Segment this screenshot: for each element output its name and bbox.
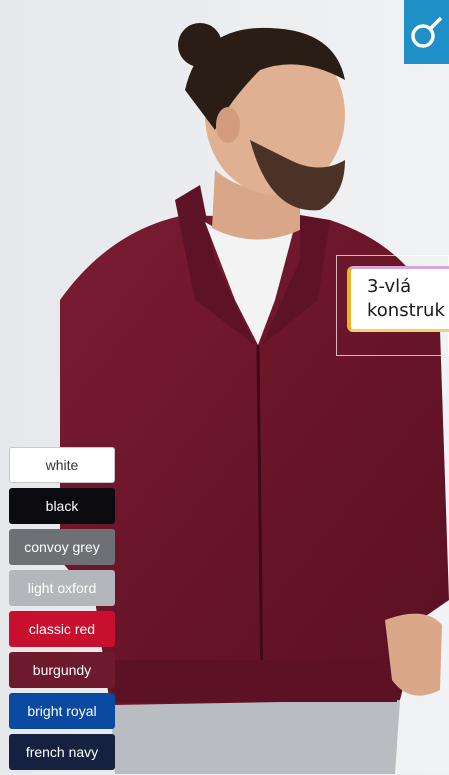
color-swatch-burgundy[interactable]: burgundy [9, 652, 115, 688]
color-swatch-black[interactable]: black [9, 488, 115, 524]
color-swatch-french-navy[interactable]: french navy [9, 734, 115, 770]
color-swatch-light-oxford[interactable]: light oxford [9, 570, 115, 606]
color-swatch-convoy-grey[interactable]: convoy grey [9, 529, 115, 565]
feature-label-line-1: 3-vlá [367, 276, 412, 297]
color-swatch-white[interactable]: white [9, 447, 115, 483]
color-swatch-bright-royal[interactable]: bright royal [9, 693, 115, 729]
color-swatch-list: white black convoy grey light oxford cla… [9, 447, 115, 775]
male-symbol-icon [404, 0, 449, 64]
color-swatch-classic-red[interactable]: classic red [9, 611, 115, 647]
feature-label-line-2: konstruk [367, 300, 445, 321]
feature-label[interactable]: 3-vlá konstruk [347, 266, 449, 332]
